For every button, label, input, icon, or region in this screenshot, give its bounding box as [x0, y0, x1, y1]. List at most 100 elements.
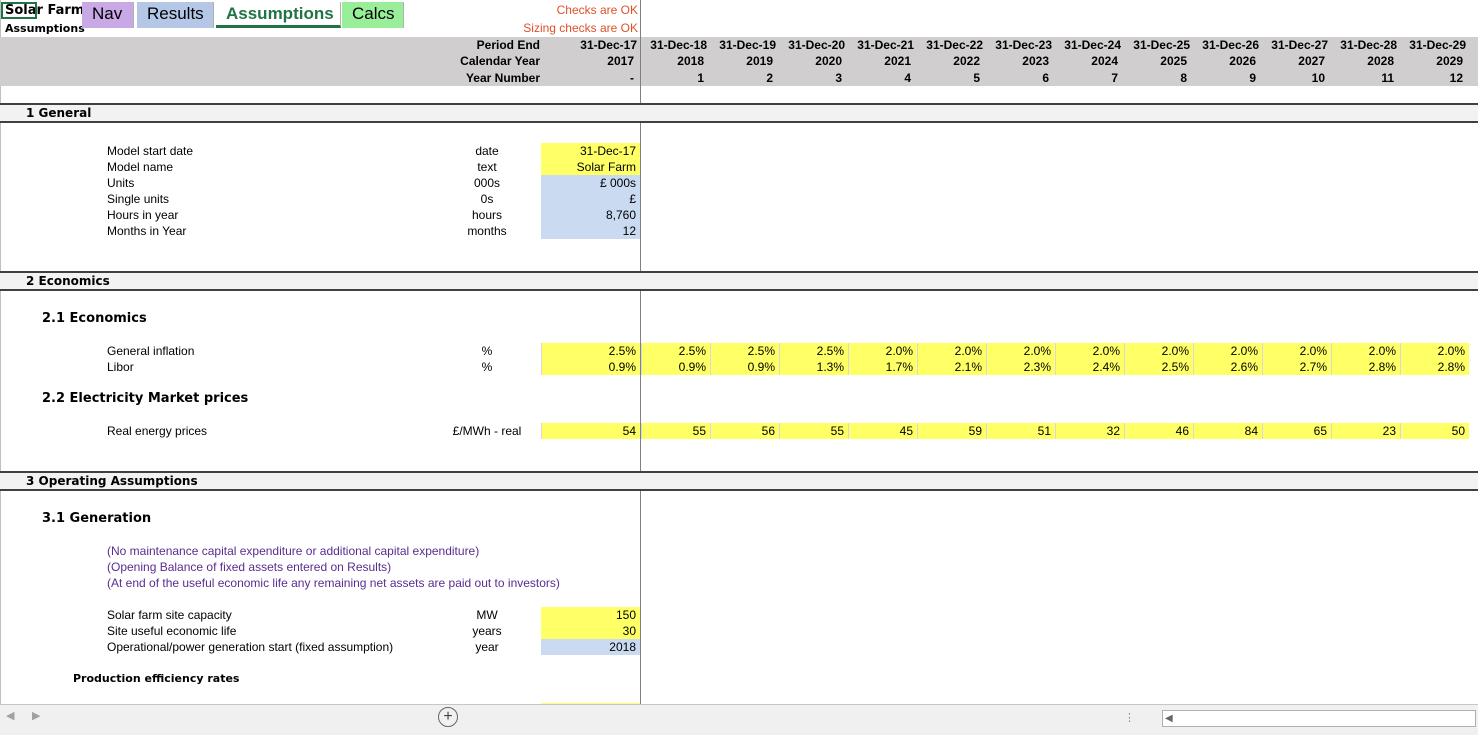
tab-assumptions[interactable]: Assumptions [216, 2, 341, 28]
input-cell[interactable]: 23 [1331, 423, 1400, 439]
period-end-cell: 31-Dec-23 [995, 38, 1052, 52]
input-cell[interactable]: 2.8% [1400, 359, 1469, 375]
spreadsheet-grid[interactable]: Solar Farm Assumptions Checks are OK Siz… [0, 0, 1478, 704]
input-cell[interactable]: 2.0% [917, 343, 986, 359]
year-number-cell: 9 [1249, 71, 1256, 85]
note-line: (No maintenance capital expenditure or a… [107, 544, 480, 558]
sheet-subtitle[interactable]: Assumptions [5, 21, 85, 37]
calendar-year-cell: 2027 [1298, 54, 1325, 68]
row-unit: months [467, 224, 507, 238]
options-dots-icon[interactable]: ⋮ [1124, 711, 1135, 724]
input-cell[interactable]: 1.7% [848, 359, 917, 375]
input-cell[interactable]: 2.5% [641, 343, 710, 359]
input-cell[interactable]: 2.0% [1400, 343, 1469, 359]
input-cell[interactable]: 2.5% [1124, 359, 1193, 375]
input-cell[interactable]: 59 [917, 423, 986, 439]
input-cell[interactable]: £ 000s [541, 175, 640, 191]
calendar-year-cell: 2025 [1160, 54, 1187, 68]
input-cell[interactable]: 0.9% [641, 359, 710, 375]
calendar-year-cell: 2029 [1436, 54, 1463, 68]
row-unit: % [481, 344, 493, 358]
input-cell[interactable]: 2.5% [710, 343, 779, 359]
add-sheet-icon[interactable]: + [438, 707, 458, 727]
row-unit: text [477, 160, 497, 174]
tab-scroll-right-icon[interactable]: ▶ [32, 709, 40, 722]
input-cell[interactable]: 46 [1124, 423, 1193, 439]
input-cell[interactable]: 2.0% [1193, 343, 1262, 359]
input-cell[interactable]: 2.5% [541, 343, 640, 359]
input-cell[interactable]: 12 [541, 223, 640, 239]
row-label: Solar farm site capacity [107, 608, 232, 622]
year-number-cell: 10 [1311, 71, 1325, 85]
input-cell[interactable]: 2.3% [986, 359, 1055, 375]
input-cell[interactable]: 2.0% [1124, 343, 1193, 359]
period-end-cell: 31-Dec-20 [788, 38, 845, 52]
tab-calcs[interactable]: Calcs [342, 2, 404, 28]
row-label: Site useful economic life [107, 624, 237, 638]
year-number-cell: 4 [904, 71, 911, 85]
input-cell[interactable]: 30 [541, 623, 640, 639]
input-cell[interactable]: 0.9% [710, 359, 779, 375]
input-cell[interactable]: 2.0% [1262, 343, 1331, 359]
input-cell[interactable]: Solar Farm [541, 159, 640, 175]
row-label: Model name [107, 160, 174, 174]
tab-nav[interactable]: Nav [82, 2, 134, 28]
horizontal-scrollbar[interactable]: ◀ [1162, 710, 1476, 727]
subsection-generation-title: 3.1 Generation [42, 511, 152, 526]
row-unit: % [481, 360, 493, 374]
input-cell[interactable]: 2.7% [1262, 359, 1331, 375]
input-cell[interactable]: 45 [848, 423, 917, 439]
year-number-cell: 12 [1449, 71, 1463, 85]
input-cell[interactable]: 50 [1400, 423, 1469, 439]
input-cell[interactable]: 65 [1262, 423, 1331, 439]
input-cell[interactable]: £ [541, 191, 640, 207]
scroll-left-icon[interactable]: ◀ [1165, 711, 1173, 726]
input-cell[interactable]: 51 [986, 423, 1055, 439]
calendar-year-cell: 2022 [953, 54, 980, 68]
input-cell[interactable]: 2.4% [1055, 359, 1124, 375]
input-cell[interactable]: 2018 [541, 639, 640, 655]
input-cell[interactable]: 2.0% [848, 343, 917, 359]
row-unit: MW [476, 608, 498, 622]
year-number-cell: 2 [766, 71, 773, 85]
input-cell[interactable]: 2.0% [1331, 343, 1400, 359]
period-end-cell: 31-Dec-25 [1133, 38, 1190, 52]
input-cell[interactable]: 31-Dec-17 [541, 143, 640, 159]
input-cell[interactable]: 2.0% [986, 343, 1055, 359]
note-line: (At end of the useful economic life any … [107, 576, 560, 590]
year-number-cell: 3 [835, 71, 842, 85]
input-cell[interactable]: 150 [541, 607, 640, 623]
row-label: Months in Year [107, 224, 187, 238]
period-end-cell: 31-Dec-26 [1202, 38, 1259, 52]
input-cell[interactable]: 2.8% [1331, 359, 1400, 375]
calendar-year-cell: 2019 [746, 54, 773, 68]
input-cell[interactable]: 2.5% [779, 343, 848, 359]
input-cell[interactable]: 54 [541, 423, 640, 439]
input-cell[interactable]: 0.9% [541, 359, 640, 375]
input-cell[interactable]: 56 [710, 423, 779, 439]
input-cell[interactable]: 2.0% [1055, 343, 1124, 359]
input-cell[interactable]: 1.3% [779, 359, 848, 375]
input-cell[interactable]: 84 [1193, 423, 1262, 439]
section-general-header: 1 General [0, 103, 1478, 123]
period-end-cell: 31-Dec-21 [857, 38, 914, 52]
section-general-title: 1 General [26, 106, 92, 120]
period-end-cell: 31-Dec-29 [1409, 38, 1466, 52]
row-label: Single units [107, 192, 170, 206]
period-end-cell: 31-Dec-24 [1064, 38, 1121, 52]
row-label: General inflation [107, 344, 195, 358]
tab-scroll-left-icon[interactable]: ◀ [6, 709, 14, 722]
input-cell[interactable]: 32 [1055, 423, 1124, 439]
input-cell[interactable]: 55 [779, 423, 848, 439]
year-number-cell: 5 [973, 71, 980, 85]
period-end-cell: 31-Dec-17 [580, 38, 637, 52]
row-unit: year [475, 640, 499, 654]
tab-results[interactable]: Results [137, 2, 214, 28]
input-cell[interactable]: 8,760 [541, 207, 640, 223]
period-end-cell: 31-Dec-18 [650, 38, 707, 52]
sizing-checks-status: Sizing checks are OK [523, 21, 638, 35]
row-label: Units [107, 176, 135, 190]
input-cell[interactable]: 2.1% [917, 359, 986, 375]
input-cell[interactable]: 2.6% [1193, 359, 1262, 375]
input-cell[interactable]: 55 [641, 423, 710, 439]
